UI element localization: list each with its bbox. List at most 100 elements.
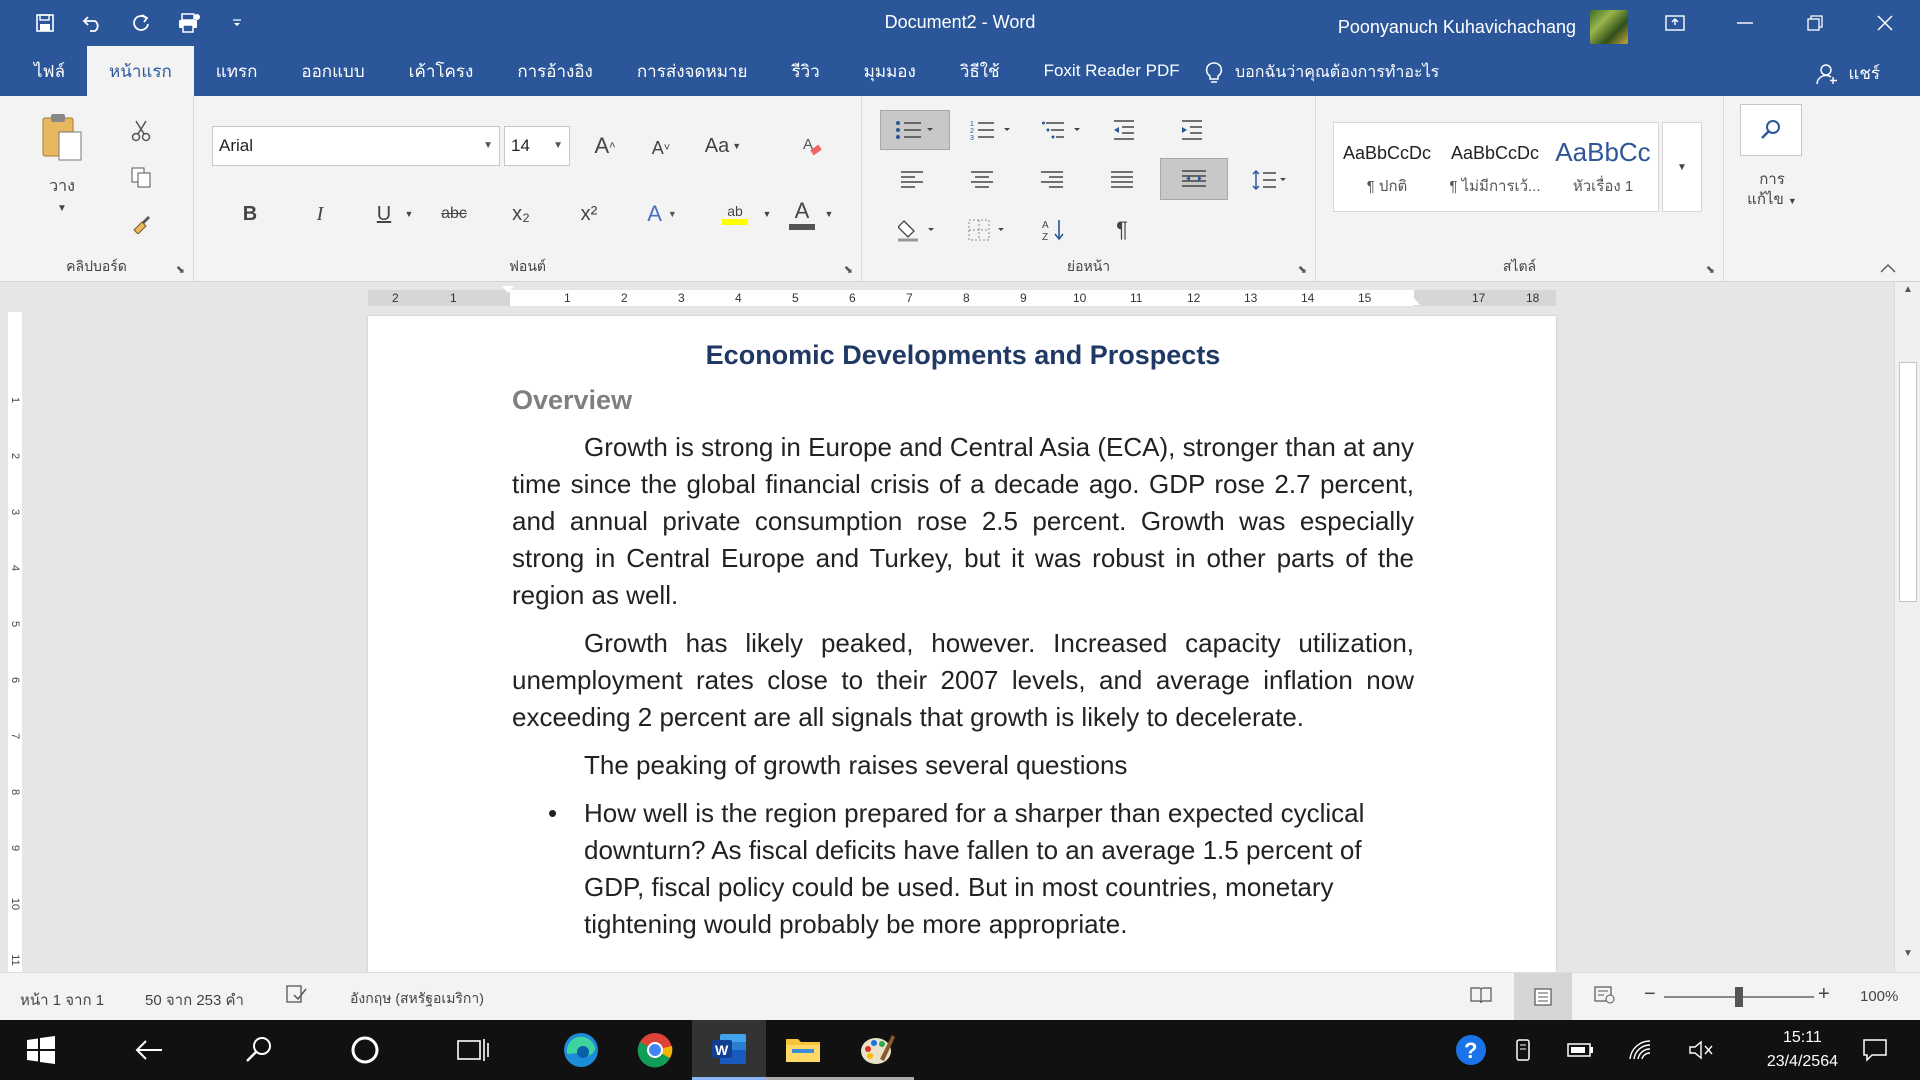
network-indicator[interactable]: [1618, 1020, 1664, 1080]
decrease-indent-button[interactable]: [1104, 110, 1144, 150]
tab-file[interactable]: ไฟล์: [0, 46, 87, 96]
scroll-down-button[interactable]: ▼: [1895, 948, 1920, 970]
save-button[interactable]: [28, 8, 62, 38]
sort-button[interactable]: AZ: [1034, 210, 1074, 250]
numbering-button[interactable]: 123: [966, 110, 1018, 150]
style-normal[interactable]: AaBbCcDc ¶ ปกติ: [1334, 123, 1440, 213]
close-button[interactable]: [1850, 0, 1920, 46]
font-name-combo[interactable]: Arial ▼: [212, 126, 500, 166]
styles-more-button[interactable]: ▼: [1662, 122, 1702, 212]
tab-view[interactable]: มุมมอง: [842, 46, 938, 96]
highlight-button[interactable]: ab: [708, 196, 762, 232]
multilevel-list-button[interactable]: [1038, 110, 1090, 150]
share-button[interactable]: แชร์: [1816, 60, 1880, 87]
shrink-font-button[interactable]: A ˅: [642, 130, 680, 166]
read-mode-button[interactable]: [1470, 985, 1492, 1009]
redo-button[interactable]: [124, 8, 158, 38]
volume-indicator[interactable]: [1678, 1020, 1724, 1080]
help-tray-button[interactable]: ?: [1448, 1020, 1494, 1080]
italic-button[interactable]: I: [302, 196, 338, 232]
align-left-button[interactable]: [892, 160, 932, 200]
line-spacing-button[interactable]: [1246, 160, 1294, 200]
tab-insert[interactable]: แทรก: [194, 46, 280, 96]
underline-button[interactable]: U: [366, 196, 402, 232]
hanging-indent-marker[interactable]: [575, 298, 587, 305]
bold-button[interactable]: B: [232, 196, 268, 232]
collapse-ribbon-button[interactable]: [1876, 258, 1900, 278]
tab-home[interactable]: หน้าแรก: [87, 46, 194, 96]
style-heading-1[interactable]: AaBbCc หัวเรื่อง 1: [1550, 123, 1656, 213]
ribbon-display-options-button[interactable]: [1640, 0, 1710, 46]
increase-indent-button[interactable]: [1172, 110, 1212, 150]
cortana-button[interactable]: [328, 1020, 402, 1080]
language-indicator[interactable]: อังกฤษ (สหรัฐอเมริกา): [350, 988, 484, 1010]
taskbar-word[interactable]: W: [692, 1020, 766, 1080]
font-color-button[interactable]: A: [782, 194, 822, 234]
web-layout-button[interactable]: [1594, 985, 1616, 1009]
change-case-button[interactable]: Aa ▼: [698, 128, 748, 164]
tab-layout[interactable]: เค้าโครง: [387, 46, 496, 96]
undo-button[interactable]: [76, 8, 110, 38]
tab-help[interactable]: วิธีใช้: [938, 46, 1022, 96]
zoom-slider-thumb[interactable]: [1735, 987, 1743, 1007]
tab-mailings[interactable]: การส่งจดหมาย: [615, 46, 770, 96]
customize-qat-button[interactable]: [220, 8, 254, 38]
superscript-button[interactable]: x²: [570, 196, 608, 232]
document-body[interactable]: Economic Developments and Prospects Over…: [512, 316, 1414, 943]
shading-button[interactable]: [892, 210, 944, 250]
first-line-indent-marker[interactable]: [502, 286, 514, 293]
subscript-button[interactable]: x₂: [502, 196, 540, 232]
tab-design[interactable]: ออกแบบ: [279, 46, 386, 96]
show-formatting-marks-button[interactable]: ¶: [1102, 210, 1142, 250]
scrollbar-thumb[interactable]: [1899, 362, 1917, 602]
style-no-spacing[interactable]: AaBbCcDc ¶ ไม่มีการเว้...: [1442, 123, 1548, 213]
zoom-in-button[interactable]: +: [1818, 983, 1830, 1006]
justify-button[interactable]: [1102, 160, 1142, 200]
usb-device-button[interactable]: [1500, 1020, 1546, 1080]
format-painter-button[interactable]: [126, 208, 156, 238]
minimize-button[interactable]: [1710, 0, 1780, 46]
zoom-level[interactable]: 100%: [1860, 988, 1898, 1005]
cut-button[interactable]: [126, 116, 156, 146]
taskbar-chrome[interactable]: [618, 1020, 692, 1080]
clear-formatting-button[interactable]: A: [794, 128, 830, 164]
vertical-scrollbar[interactable]: ▲ ▼: [1894, 282, 1920, 972]
strikethrough-button[interactable]: abc: [434, 196, 474, 232]
page-count[interactable]: หน้า 1 จาก 1: [20, 988, 104, 1012]
restore-button[interactable]: [1780, 0, 1850, 46]
system-clock[interactable]: 15:11 23/4/2564: [1767, 1026, 1838, 1074]
word-count[interactable]: 50 จาก 253 คำ: [145, 988, 244, 1012]
bullets-button[interactable]: [880, 110, 950, 150]
font-color-options-button[interactable]: ▼: [822, 200, 836, 228]
tell-me-box[interactable]: บอกฉันว่าคุณต้องการทำอะไร: [1205, 60, 1439, 85]
grow-font-button[interactable]: A ˄: [586, 128, 624, 164]
editing-menu-button[interactable]: การ แก้ไข ▼: [1730, 162, 1814, 218]
highlight-options-button[interactable]: ▼: [760, 200, 774, 228]
copy-button[interactable]: [126, 162, 156, 192]
underline-options-button[interactable]: ▼: [402, 200, 416, 228]
tab-foxit-reader-pdf[interactable]: Foxit Reader PDF: [1022, 46, 1202, 96]
find-button[interactable]: [1740, 104, 1802, 156]
paragraph-dialog-launcher[interactable]: ⬊: [1298, 263, 1307, 276]
right-indent-marker[interactable]: [1408, 298, 1420, 305]
document-page[interactable]: Economic Developments and Prospects Over…: [368, 316, 1556, 972]
align-right-button[interactable]: [1032, 160, 1072, 200]
task-view-button[interactable]: [436, 1020, 510, 1080]
notification-center-button[interactable]: [1852, 1020, 1898, 1080]
search-button[interactable]: [222, 1020, 296, 1080]
start-button[interactable]: [4, 1020, 78, 1080]
zoom-out-button[interactable]: −: [1644, 983, 1656, 1006]
scroll-up-button[interactable]: ▲: [1895, 284, 1920, 306]
text-effects-button[interactable]: A ▼: [638, 196, 686, 232]
back-button[interactable]: [112, 1020, 186, 1080]
taskbar-edge[interactable]: [544, 1020, 618, 1080]
horizontal-ruler[interactable]: 2 1 1 2 3 4 5 6 7 8 9 10 11 12 13 14 15 …: [368, 286, 1556, 306]
user-account[interactable]: Poonyanuch Kuhavichachang: [1338, 10, 1628, 44]
styles-dialog-launcher[interactable]: ⬊: [1706, 263, 1715, 276]
taskbar-paint[interactable]: [840, 1020, 914, 1080]
align-center-button[interactable]: [962, 160, 1002, 200]
quick-print-button[interactable]: [172, 8, 206, 38]
clipboard-dialog-launcher[interactable]: ⬊: [176, 263, 185, 276]
thai-distributed-button[interactable]: [1160, 158, 1228, 200]
taskbar-file-explorer[interactable]: [766, 1020, 840, 1080]
